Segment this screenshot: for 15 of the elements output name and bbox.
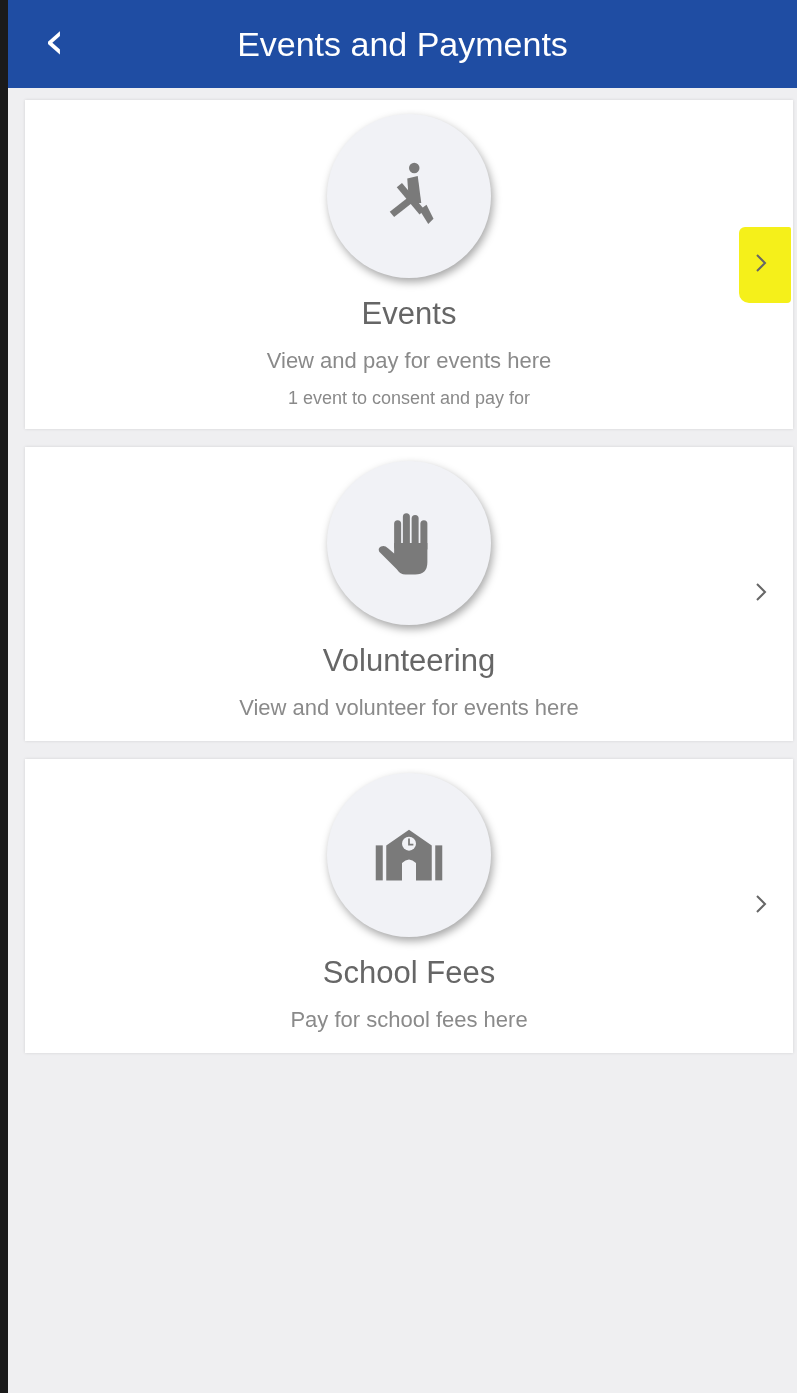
card-detail: 1 event to consent and pay for <box>287 388 531 409</box>
back-button[interactable]: ‹ <box>44 14 65 74</box>
page-title: Events and Payments <box>237 24 568 64</box>
chevron-right-icon <box>755 582 767 602</box>
chevron-right-icon <box>755 894 767 914</box>
menu-card[interactable]: Volunteering View and volunteer for events here <box>25 447 793 741</box>
card-subtitle: View and volunteer for events here <box>239 695 579 721</box>
menu-card[interactable]: Events View and pay for events here 1 event to consent and pay for <box>25 100 793 429</box>
card-title: Events <box>361 296 457 332</box>
card-subtitle: View and pay for events here <box>266 348 552 374</box>
card-title: Volunteering <box>322 643 496 679</box>
chevron-right-icon <box>755 252 767 273</box>
card-subtitle: Pay for school fees here <box>290 1007 528 1033</box>
menu-card[interactable]: School Fees Pay for school fees here <box>25 759 793 1053</box>
card-title: School Fees <box>322 955 496 991</box>
